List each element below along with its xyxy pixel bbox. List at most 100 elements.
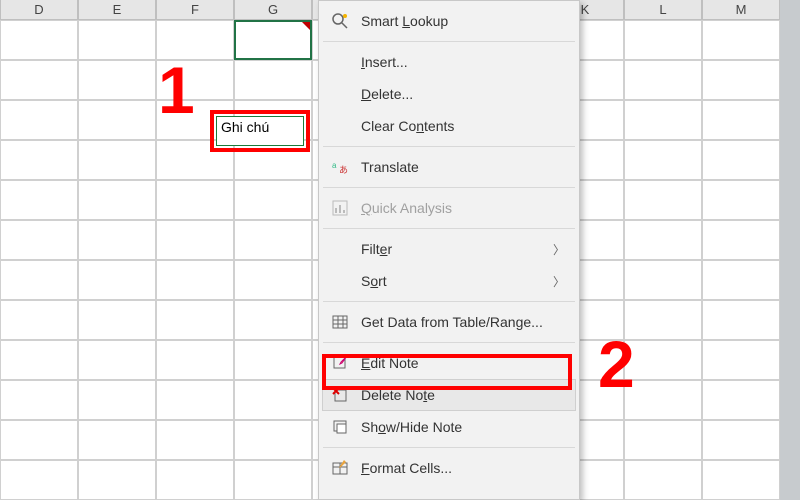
menu-label: Sort xyxy=(361,273,553,289)
cell[interactable] xyxy=(624,180,702,220)
cell[interactable] xyxy=(624,20,702,60)
cell[interactable] xyxy=(234,340,312,380)
cell[interactable] xyxy=(702,380,780,420)
cell[interactable] xyxy=(0,100,78,140)
cell[interactable] xyxy=(0,300,78,340)
menu-translate[interactable]: aあ Translate xyxy=(319,151,579,183)
menu-label: Edit Note xyxy=(361,355,565,371)
cell[interactable] xyxy=(0,60,78,100)
show-hide-note-icon xyxy=(329,416,351,438)
blank-icon xyxy=(329,83,351,105)
menu-separator xyxy=(323,187,575,188)
cell[interactable] xyxy=(624,140,702,180)
menu-insert[interactable]: Insert... xyxy=(319,46,579,78)
cell[interactable] xyxy=(156,460,234,500)
cell[interactable] xyxy=(702,60,780,100)
selected-cell[interactable] xyxy=(234,20,312,60)
col-header-E[interactable]: E xyxy=(78,0,156,20)
cell[interactable] xyxy=(78,100,156,140)
cell-note-popup[interactable]: Ghi chú xyxy=(216,116,304,146)
svg-text:a: a xyxy=(332,161,337,170)
menu-get-data[interactable]: Get Data from Table/Range... xyxy=(319,306,579,338)
cell[interactable] xyxy=(234,300,312,340)
cell[interactable] xyxy=(78,340,156,380)
smart-lookup-icon xyxy=(329,10,351,32)
cell[interactable] xyxy=(156,420,234,460)
cell[interactable] xyxy=(624,300,702,340)
cell[interactable] xyxy=(234,220,312,260)
cell[interactable] xyxy=(702,100,780,140)
cell[interactable] xyxy=(0,180,78,220)
col-header-F[interactable]: F xyxy=(156,0,234,20)
cell[interactable] xyxy=(0,220,78,260)
cell[interactable] xyxy=(156,260,234,300)
context-menu: Smart Lookup Insert... Delete... Clear C… xyxy=(318,0,580,500)
cell[interactable] xyxy=(624,380,702,420)
cell[interactable] xyxy=(624,60,702,100)
col-header-M[interactable]: M xyxy=(702,0,780,20)
cell[interactable] xyxy=(702,180,780,220)
cell[interactable] xyxy=(78,380,156,420)
cell[interactable] xyxy=(78,140,156,180)
menu-edit-note[interactable]: Edit Note xyxy=(319,347,579,379)
cell[interactable] xyxy=(234,140,312,180)
cell[interactable] xyxy=(702,300,780,340)
cell[interactable] xyxy=(702,20,780,60)
cell[interactable] xyxy=(234,260,312,300)
cell[interactable] xyxy=(156,220,234,260)
cell[interactable] xyxy=(156,180,234,220)
cell[interactable] xyxy=(78,260,156,300)
cell[interactable] xyxy=(0,140,78,180)
cell[interactable] xyxy=(78,300,156,340)
cell[interactable] xyxy=(78,60,156,100)
cell[interactable] xyxy=(702,340,780,380)
chevron-right-icon: 〉 xyxy=(553,241,565,258)
cell[interactable] xyxy=(156,340,234,380)
menu-smart-lookup[interactable]: Smart Lookup xyxy=(319,5,579,37)
cell[interactable] xyxy=(0,460,78,500)
menu-filter[interactable]: Filter 〉 xyxy=(319,233,579,265)
cell[interactable] xyxy=(624,460,702,500)
col-header-G[interactable]: G xyxy=(234,0,312,20)
cell[interactable] xyxy=(234,380,312,420)
cell[interactable] xyxy=(624,340,702,380)
cell[interactable] xyxy=(234,180,312,220)
cell[interactable] xyxy=(156,140,234,180)
cell[interactable] xyxy=(624,100,702,140)
menu-label: Format Cells... xyxy=(361,460,565,476)
cell[interactable] xyxy=(702,220,780,260)
svg-text:あ: あ xyxy=(339,165,348,175)
delete-note-icon xyxy=(329,384,351,406)
cell[interactable] xyxy=(0,340,78,380)
col-header-L[interactable]: L xyxy=(624,0,702,20)
cell[interactable] xyxy=(234,420,312,460)
cell[interactable] xyxy=(78,220,156,260)
blank-icon xyxy=(329,51,351,73)
menu-sort[interactable]: Sort 〉 xyxy=(319,265,579,297)
menu-delete[interactable]: Delete... xyxy=(319,78,579,110)
menu-clear-contents[interactable]: Clear Contents xyxy=(319,110,579,142)
menu-format-cells[interactable]: Format Cells... xyxy=(319,452,579,484)
cell[interactable] xyxy=(78,180,156,220)
cell[interactable] xyxy=(78,460,156,500)
cell[interactable] xyxy=(0,260,78,300)
cell[interactable] xyxy=(234,460,312,500)
cell[interactable] xyxy=(0,420,78,460)
menu-delete-note[interactable]: Delete Note xyxy=(322,379,576,411)
cell[interactable] xyxy=(624,420,702,460)
cell[interactable] xyxy=(624,260,702,300)
cell[interactable] xyxy=(702,420,780,460)
cell[interactable] xyxy=(0,380,78,420)
cell[interactable] xyxy=(78,20,156,60)
col-header-D[interactable]: D xyxy=(0,0,78,20)
cell[interactable] xyxy=(702,140,780,180)
cell[interactable] xyxy=(156,380,234,420)
cell[interactable] xyxy=(234,60,312,100)
cell[interactable] xyxy=(702,260,780,300)
cell[interactable] xyxy=(78,420,156,460)
menu-show-hide-note[interactable]: Show/Hide Note xyxy=(319,411,579,443)
cell[interactable] xyxy=(156,300,234,340)
cell[interactable] xyxy=(0,20,78,60)
cell[interactable] xyxy=(624,220,702,260)
cell[interactable] xyxy=(702,460,780,500)
